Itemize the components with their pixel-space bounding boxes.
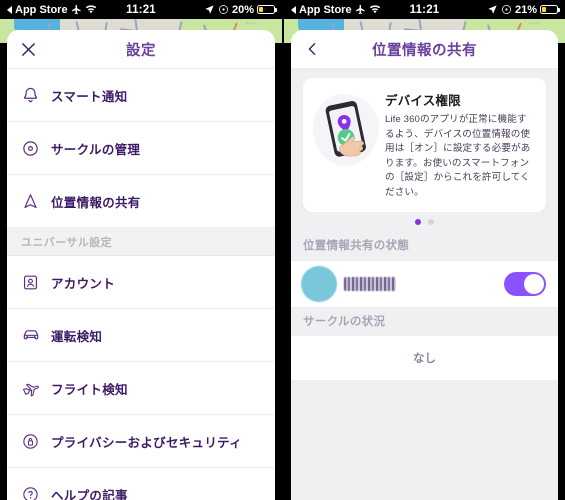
toggle-knob [524, 274, 544, 295]
status-right-group: 20% ⚡ [204, 3, 277, 16]
sidebar-item-label: スマート通知 [51, 89, 128, 104]
sidebar-item-flight-detection[interactable]: フライト検知 [7, 362, 275, 415]
section-header-circle-status: サークルの状況 [291, 308, 558, 337]
wifi-icon [85, 5, 96, 14]
member-sharing-row[interactable] [291, 260, 558, 309]
map-place-label: ◦◦◦◦ [528, 21, 539, 27]
battery-charging-icon: ⚡ [257, 5, 277, 14]
sidebar-item-label: 位置情報の共有 [51, 195, 141, 210]
car-icon [21, 325, 51, 345]
question-circle-icon [21, 485, 51, 500]
airplane-icon [355, 4, 365, 15]
battery-percent-label: 20% [231, 3, 254, 16]
avatar [301, 266, 337, 303]
back-triangle-icon[interactable] [291, 5, 296, 14]
settings-sheet: 設定 スマート通知 サークルの管理 位置情報の共有 ユニバーサル設定 アカウント… [7, 30, 275, 500]
sidebar-item-label: サークルの管理 [51, 142, 141, 157]
location-arrow-icon [488, 5, 497, 14]
rotation-lock-icon [501, 5, 511, 14]
permission-card-text: デバイス権限 Life 360のアプリが正常に機能するよう、デバイスの位置情報の… [383, 90, 534, 200]
sidebar-item-manage-circles[interactable]: サークルの管理 [7, 122, 275, 175]
navigation-arrow-icon [21, 192, 51, 211]
right-phone-screen: App Store 11:21 21% ⚡ ◦◦◦◦ 位置情報の共有 デバイス権… [284, 0, 565, 500]
battery-percent-label: 21% [514, 3, 537, 16]
back-app-label[interactable]: App Store [299, 4, 352, 16]
back-button[interactable] [291, 30, 333, 68]
card-title: デバイス権限 [385, 94, 461, 108]
sidebar-item-account[interactable]: アカウント [7, 256, 275, 309]
close-button[interactable] [7, 30, 49, 68]
dual-screenshot: App Store 11:21 20% ⚡ ◦◦◦◦ 設定 スマート通知 サーク… [0, 0, 565, 500]
settings-navbar: 設定 [7, 30, 275, 69]
location-sharing-sheet: 位置情報の共有 デバイス権限 Life 360のアプリが正常に機能するよう、デバ… [291, 30, 558, 500]
chevron-left-icon [308, 43, 315, 55]
section-header-sharing-status: 位置情報共有の状態 [291, 232, 558, 261]
section-header-universal: ユニバーサル設定 [7, 228, 275, 256]
sidebar-item-label: 運転検知 [51, 329, 103, 344]
wifi-icon [369, 5, 380, 14]
left-phone-screen: App Store 11:21 20% ⚡ ◦◦◦◦ 設定 スマート通知 サーク… [0, 0, 282, 500]
sidebar-item-smart-notifications[interactable]: スマート通知 [7, 69, 275, 122]
sidebar-item-location-sharing[interactable]: 位置情報の共有 [7, 175, 275, 228]
right-status-bar: App Store 11:21 21% ⚡ [284, 0, 565, 19]
circle-empty-state: なし [291, 336, 558, 382]
back-app-label[interactable]: App Store [15, 4, 68, 16]
left-status-bar: App Store 11:21 20% ⚡ [0, 0, 282, 19]
lock-icon [21, 432, 51, 451]
pager-dot[interactable] [428, 219, 434, 226]
sidebar-item-label: プライバシーおよびセキュリティ [51, 435, 243, 450]
airplane-icon [21, 378, 51, 398]
settings-list: スマート通知 サークルの管理 位置情報の共有 ユニバーサル設定 アカウント 運転… [7, 69, 275, 500]
airplane-icon [71, 4, 81, 15]
location-sharing-navbar: 位置情報の共有 [291, 30, 558, 69]
sidebar-item-drive-detection[interactable]: 運転検知 [7, 309, 275, 362]
bell-icon [21, 86, 51, 105]
phone-location-permission-illustration [309, 90, 383, 172]
location-sharing-content: デバイス権限 Life 360のアプリが正常に機能するよう、デバイスの位置情報の… [291, 69, 558, 500]
pager-dot-active[interactable] [415, 219, 421, 226]
sidebar-item-privacy-security[interactable]: プライバシーおよびセキュリティ [7, 415, 275, 468]
circle-dot-icon [21, 139, 51, 158]
panel-filler [291, 381, 558, 500]
person-card-icon [21, 273, 51, 292]
permission-card-wrapper: デバイス権限 Life 360のアプリが正常に機能するよう、デバイスの位置情報の… [291, 69, 558, 213]
card-body: Life 360のアプリが正常に機能するよう、デバイスの位置情報の使用は［オン］… [385, 114, 531, 198]
location-sharing-toggle[interactable] [504, 272, 546, 297]
status-right-group: 21% ⚡ [487, 3, 560, 16]
battery-charging-icon: ⚡ [540, 5, 560, 14]
status-left-group: App Store [291, 4, 381, 16]
back-triangle-icon[interactable] [7, 5, 12, 14]
sidebar-item-help-articles[interactable]: ヘルプの記事 [7, 468, 275, 500]
sidebar-item-label: ヘルプの記事 [51, 488, 128, 500]
carousel-pager[interactable] [291, 212, 558, 233]
location-arrow-icon [205, 5, 214, 14]
member-name-redacted [344, 277, 396, 292]
sidebar-item-label: フライト検知 [51, 382, 128, 397]
status-left-group: App Store [7, 4, 97, 16]
close-icon [21, 42, 35, 56]
rotation-lock-icon [218, 5, 228, 14]
map-place-label: ◦◦◦◦ [245, 21, 256, 27]
sidebar-item-label: アカウント [51, 276, 116, 291]
device-permission-card[interactable]: デバイス権限 Life 360のアプリが正常に機能するよう、デバイスの位置情報の… [303, 78, 546, 213]
